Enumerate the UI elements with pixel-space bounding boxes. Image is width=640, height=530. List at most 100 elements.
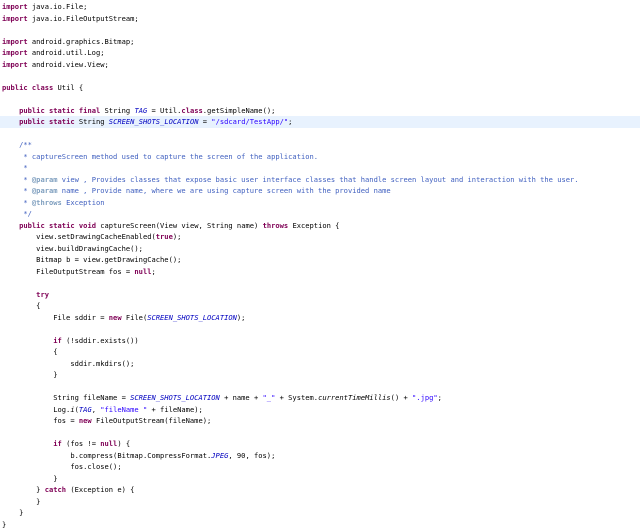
- code-line[interactable]: b.compress(Bitmap.CompressFormat.JPEG, 9…: [0, 450, 640, 462]
- code-indent: [2, 209, 23, 218]
- code-line[interactable]: {: [0, 346, 640, 358]
- code-indent: [2, 313, 53, 322]
- code-token: }: [53, 370, 57, 379]
- code-doc-tag: @param: [32, 175, 58, 184]
- code-line[interactable]: */: [0, 208, 640, 220]
- code-line[interactable]: * captureScreen method used to capture t…: [0, 151, 640, 163]
- code-line[interactable]: import java.io.FileOutputStream;: [0, 13, 640, 25]
- code-line[interactable]: fos = new FileOutputStream(fileName);: [0, 415, 640, 427]
- code-line[interactable]: *: [0, 162, 640, 174]
- code-comment: *: [23, 198, 32, 207]
- code-keyword: public: [19, 221, 45, 230]
- code-token: + System.: [275, 393, 318, 402]
- code-line[interactable]: [0, 381, 640, 393]
- code-line[interactable]: Log.i(TAG, "fileName " + fileName);: [0, 404, 640, 416]
- code-token: (Exception e) {: [66, 485, 134, 494]
- code-indent: [2, 232, 36, 241]
- code-token: {: [53, 347, 57, 356]
- code-line[interactable]: import android.view.View;: [0, 59, 640, 71]
- code-field: SCREEN_SHOTS_LOCATION: [109, 117, 199, 126]
- code-line[interactable]: [0, 24, 640, 36]
- code-indent: [2, 198, 23, 207]
- code-doc-tag: @param: [32, 186, 58, 195]
- code-line[interactable]: } catch (Exception e) {: [0, 484, 640, 496]
- code-token: ;: [438, 393, 442, 402]
- code-string: "_": [263, 393, 276, 402]
- code-token: }: [36, 497, 40, 506]
- code-keyword: try: [36, 290, 49, 299]
- code-indent: [2, 405, 53, 414]
- code-line[interactable]: {: [0, 300, 640, 312]
- code-field: SCREEN_SHOTS_LOCATION: [130, 393, 220, 402]
- code-line[interactable]: if (fos != null) {: [0, 438, 640, 450]
- code-line[interactable]: }: [0, 369, 640, 381]
- code-keyword: static: [49, 221, 75, 230]
- code-token: fos =: [53, 416, 79, 425]
- code-field: TAG: [79, 405, 92, 414]
- code-line[interactable]: FileOutputStream fos = null;: [0, 266, 640, 278]
- code-token: Util {: [53, 83, 83, 92]
- code-token: File(: [122, 313, 148, 322]
- code-line[interactable]: /**: [0, 139, 640, 151]
- code-token: ,: [92, 405, 101, 414]
- code-line[interactable]: }: [0, 519, 640, 530]
- code-line[interactable]: String fileName = SCREEN_SHOTS_LOCATION …: [0, 392, 640, 404]
- code-line[interactable]: public static void captureScreen(View vi…: [0, 220, 640, 232]
- code-line[interactable]: sddir.mkdirs();: [0, 358, 640, 370]
- code-line[interactable]: }: [0, 496, 640, 508]
- code-line[interactable]: * @throws Exception: [0, 197, 640, 209]
- code-line[interactable]: [0, 128, 640, 140]
- code-line[interactable]: fos.close();: [0, 461, 640, 473]
- code-token: );: [173, 232, 182, 241]
- code-indent: [2, 221, 19, 230]
- code-indent: [2, 336, 53, 345]
- code-indent: [2, 497, 36, 506]
- code-token: + fileName);: [147, 405, 203, 414]
- code-line[interactable]: [0, 277, 640, 289]
- code-keyword: public: [19, 117, 45, 126]
- code-line[interactable]: public static final String TAG = Util.cl…: [0, 105, 640, 117]
- code-doc-tag: @throws: [32, 198, 62, 207]
- code-line[interactable]: [0, 70, 640, 82]
- code-line[interactable]: Bitmap b = view.getDrawingCache();: [0, 254, 640, 266]
- code-line[interactable]: view.setDrawingCacheEnabled(true);: [0, 231, 640, 243]
- code-indent: [2, 347, 53, 356]
- code-line[interactable]: * @param name , Provide name, where we a…: [0, 185, 640, 197]
- code-line[interactable]: if (!sddir.exists()): [0, 335, 640, 347]
- code-line[interactable]: [0, 427, 640, 439]
- code-token: sddir.mkdirs();: [70, 359, 134, 368]
- code-line-current[interactable]: public static String SCREEN_SHOTS_LOCATI…: [0, 116, 640, 128]
- code-keyword: public: [2, 83, 28, 92]
- code-token: FileOutputStream fos =: [36, 267, 134, 276]
- code-line[interactable]: }: [0, 473, 640, 485]
- code-keyword: import: [2, 48, 28, 57]
- code-line[interactable]: [0, 93, 640, 105]
- code-line[interactable]: import android.graphics.Bitmap;: [0, 36, 640, 48]
- code-line[interactable]: view.buildDrawingCache();: [0, 243, 640, 255]
- code-keyword: new: [109, 313, 122, 322]
- code-keyword: import: [2, 2, 28, 11]
- code-token: Log.: [53, 405, 70, 414]
- code-comment: name , Provide name, where we are using …: [58, 186, 391, 195]
- code-indent: [2, 359, 70, 368]
- code-line[interactable]: [0, 323, 640, 335]
- code-static-call: currentTimeMillis: [318, 393, 391, 402]
- code-indent: [2, 117, 19, 126]
- code-indent: [2, 451, 70, 460]
- code-line[interactable]: * @param view , Provides classes that ex…: [0, 174, 640, 186]
- code-keyword: class: [181, 106, 202, 115]
- code-indent: [2, 255, 36, 264]
- code-indent: [2, 393, 53, 402]
- code-token: (fos !=: [62, 439, 100, 448]
- code-token: () +: [391, 393, 412, 402]
- code-line[interactable]: try: [0, 289, 640, 301]
- code-token: , 90, fos);: [228, 451, 275, 460]
- code-line[interactable]: import android.util.Log;: [0, 47, 640, 59]
- code-line[interactable]: public class Util {: [0, 82, 640, 94]
- code-token: android.view.View;: [28, 60, 109, 69]
- code-editor[interactable]: import java.io.File;import java.io.FileO…: [0, 0, 640, 513]
- code-string: ".jpg": [412, 393, 438, 402]
- code-keyword: import: [2, 14, 28, 23]
- code-line[interactable]: File sddir = new File(SCREEN_SHOTS_LOCAT…: [0, 312, 640, 324]
- code-line[interactable]: import java.io.File;: [0, 1, 640, 13]
